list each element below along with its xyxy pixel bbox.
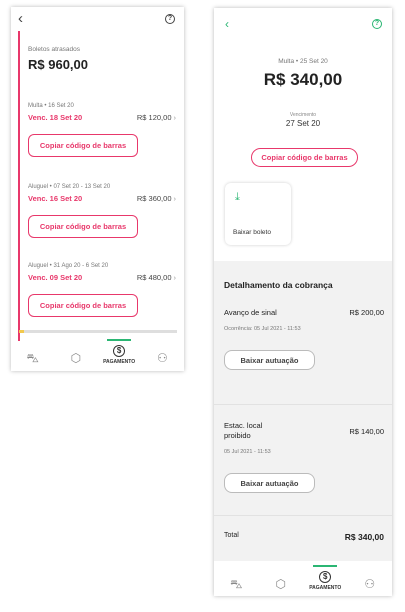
bills-list-screen: ‹ ? Boletos atrasados R$ 960,00 Multa • …	[11, 7, 184, 371]
header: ‹ ?	[11, 7, 184, 33]
due-label: Vencimento	[289, 112, 317, 118]
active-tab-indicator	[107, 339, 132, 341]
car-icon: ⛍	[26, 351, 39, 365]
due-date: 27 Set 20	[285, 119, 321, 128]
copy-barcode-button[interactable]: Copiar código de barras	[251, 148, 358, 167]
nav-box[interactable]: ⬡	[59, 351, 93, 365]
active-tab-indicator	[313, 565, 338, 567]
divider	[214, 515, 392, 516]
chevron-right-icon: ›	[173, 272, 177, 282]
bill-amount: R$ 360,00 ›	[136, 193, 177, 203]
nav-profile[interactable]: ⚇	[353, 577, 387, 591]
charge-item: Avanço de sinal R$ 200,00 Ocorrência: 05…	[224, 308, 384, 370]
total-label: Total	[224, 532, 239, 539]
divider	[214, 404, 392, 405]
copy-barcode-button[interactable]: Copiar código de barras	[28, 294, 138, 317]
download-notice-button[interactable]: Baixar autuação	[224, 473, 315, 493]
nav-payment-label: PAGAMENTO	[309, 585, 342, 591]
nav-payment-label: PAGAMENTO	[103, 359, 136, 365]
download-label: Baixar boleto	[233, 229, 271, 236]
bill-due-date: Venc. 09 Set 20	[28, 272, 83, 282]
box-icon: ⬡	[275, 577, 286, 591]
nav-payment[interactable]: $ PAGAMENTO	[102, 339, 136, 365]
bill-row[interactable]: Venc. 09 Set 20 R$ 480,00 ›	[28, 271, 176, 283]
nav-payment[interactable]: $ PAGAMENTO	[308, 565, 342, 591]
overdue-total: R$ 960,00	[28, 57, 88, 72]
download-bill-card[interactable]: ⤓ Baixar boleto	[225, 183, 291, 245]
download-arrow-icon: ⤓	[235, 191, 240, 203]
chevron-left-icon[interactable]: ‹	[18, 11, 23, 26]
charge-details-section: Detalhamento da cobrança Avanço de sinal…	[214, 261, 392, 561]
charge-amount: R$ 200,00	[349, 308, 384, 317]
total-value: R$ 340,00	[344, 532, 384, 542]
help-circle-icon[interactable]: ?	[165, 14, 175, 24]
dollar-circle-icon: $	[113, 345, 126, 357]
bill-amount: R$ 480,00 ›	[136, 272, 177, 282]
charge-name: Estac. local proibido	[224, 421, 263, 440]
nav-box[interactable]: ⬡	[264, 577, 298, 591]
user-icon: ⚇	[156, 351, 168, 365]
charge-amount: R$ 140,00	[349, 427, 384, 436]
scroll-progress-bar	[19, 330, 177, 333]
bill-description: Multa • 16 Set 20	[28, 103, 74, 109]
bill-description: Multa • 25 Set 20	[278, 58, 328, 65]
bill-item: Aluguel • 31 Ago 20 - 6 Set 20 Venc. 09 …	[28, 261, 176, 317]
bill-item: Multa • 16 Set 20 Venc. 18 Set 20 R$ 120…	[28, 101, 176, 157]
dollar-circle-icon: $	[319, 571, 332, 583]
bill-amount: R$ 340,00	[263, 70, 343, 89]
bill-due-date: Venc. 18 Set 20	[28, 112, 83, 122]
box-icon: ⬡	[70, 351, 82, 365]
help-circle-icon[interactable]: ?	[372, 19, 382, 29]
charge-item: Estac. local proibido R$ 140,00 05 Jul 2…	[224, 421, 384, 493]
nav-profile[interactable]: ⚇	[145, 351, 179, 365]
bill-amount: R$ 120,00 ›	[136, 112, 177, 122]
nav-car[interactable]: ⛍	[16, 351, 50, 365]
bill-due-date: Venc. 16 Set 20	[28, 193, 83, 203]
section-title: Detalhamento da cobrança	[224, 280, 333, 290]
bill-description: Aluguel • 07 Set 20 - 13 Set 20	[28, 184, 111, 190]
chevron-left-icon[interactable]: ‹	[225, 17, 229, 31]
bottom-nav: ⛍ ⬡ $ PAGAMENTO ⚇	[11, 339, 184, 371]
bill-item: Aluguel • 07 Set 20 - 13 Set 20 Venc. 16…	[28, 182, 176, 238]
download-notice-button[interactable]: Baixar autuação	[224, 350, 315, 370]
timeline-line	[18, 31, 20, 341]
overdue-label: Boletos atrasados	[28, 46, 81, 53]
nav-car[interactable]: ⛍	[219, 577, 253, 591]
charge-date: Ocorrência: 05 Jul 2021 - 11:53	[224, 326, 301, 332]
bill-detail-screen: ‹ ? Multa • 25 Set 20 R$ 340,00 Vencimen…	[214, 8, 392, 596]
car-icon: ⛍	[230, 577, 243, 591]
bill-row[interactable]: Venc. 18 Set 20 R$ 120,00 ›	[28, 111, 176, 123]
chevron-right-icon: ›	[173, 193, 177, 203]
charge-name: Avanço de sinal	[224, 308, 277, 317]
total-row: Total R$ 340,00	[224, 532, 384, 542]
user-icon: ⚇	[364, 577, 376, 591]
charge-date: 05 Jul 2021 - 11:53	[224, 449, 271, 455]
bill-description: Aluguel • 31 Ago 20 - 6 Set 20	[28, 263, 109, 269]
chevron-right-icon: ›	[173, 112, 177, 122]
copy-barcode-button[interactable]: Copiar código de barras	[28, 134, 138, 157]
copy-barcode-button[interactable]: Copiar código de barras	[28, 215, 138, 238]
bill-row[interactable]: Venc. 16 Set 20 R$ 360,00 ›	[28, 192, 176, 204]
scroll-progress-fill	[19, 330, 24, 333]
bottom-nav: ⛍ ⬡ $ PAGAMENTO ⚇	[214, 562, 392, 596]
